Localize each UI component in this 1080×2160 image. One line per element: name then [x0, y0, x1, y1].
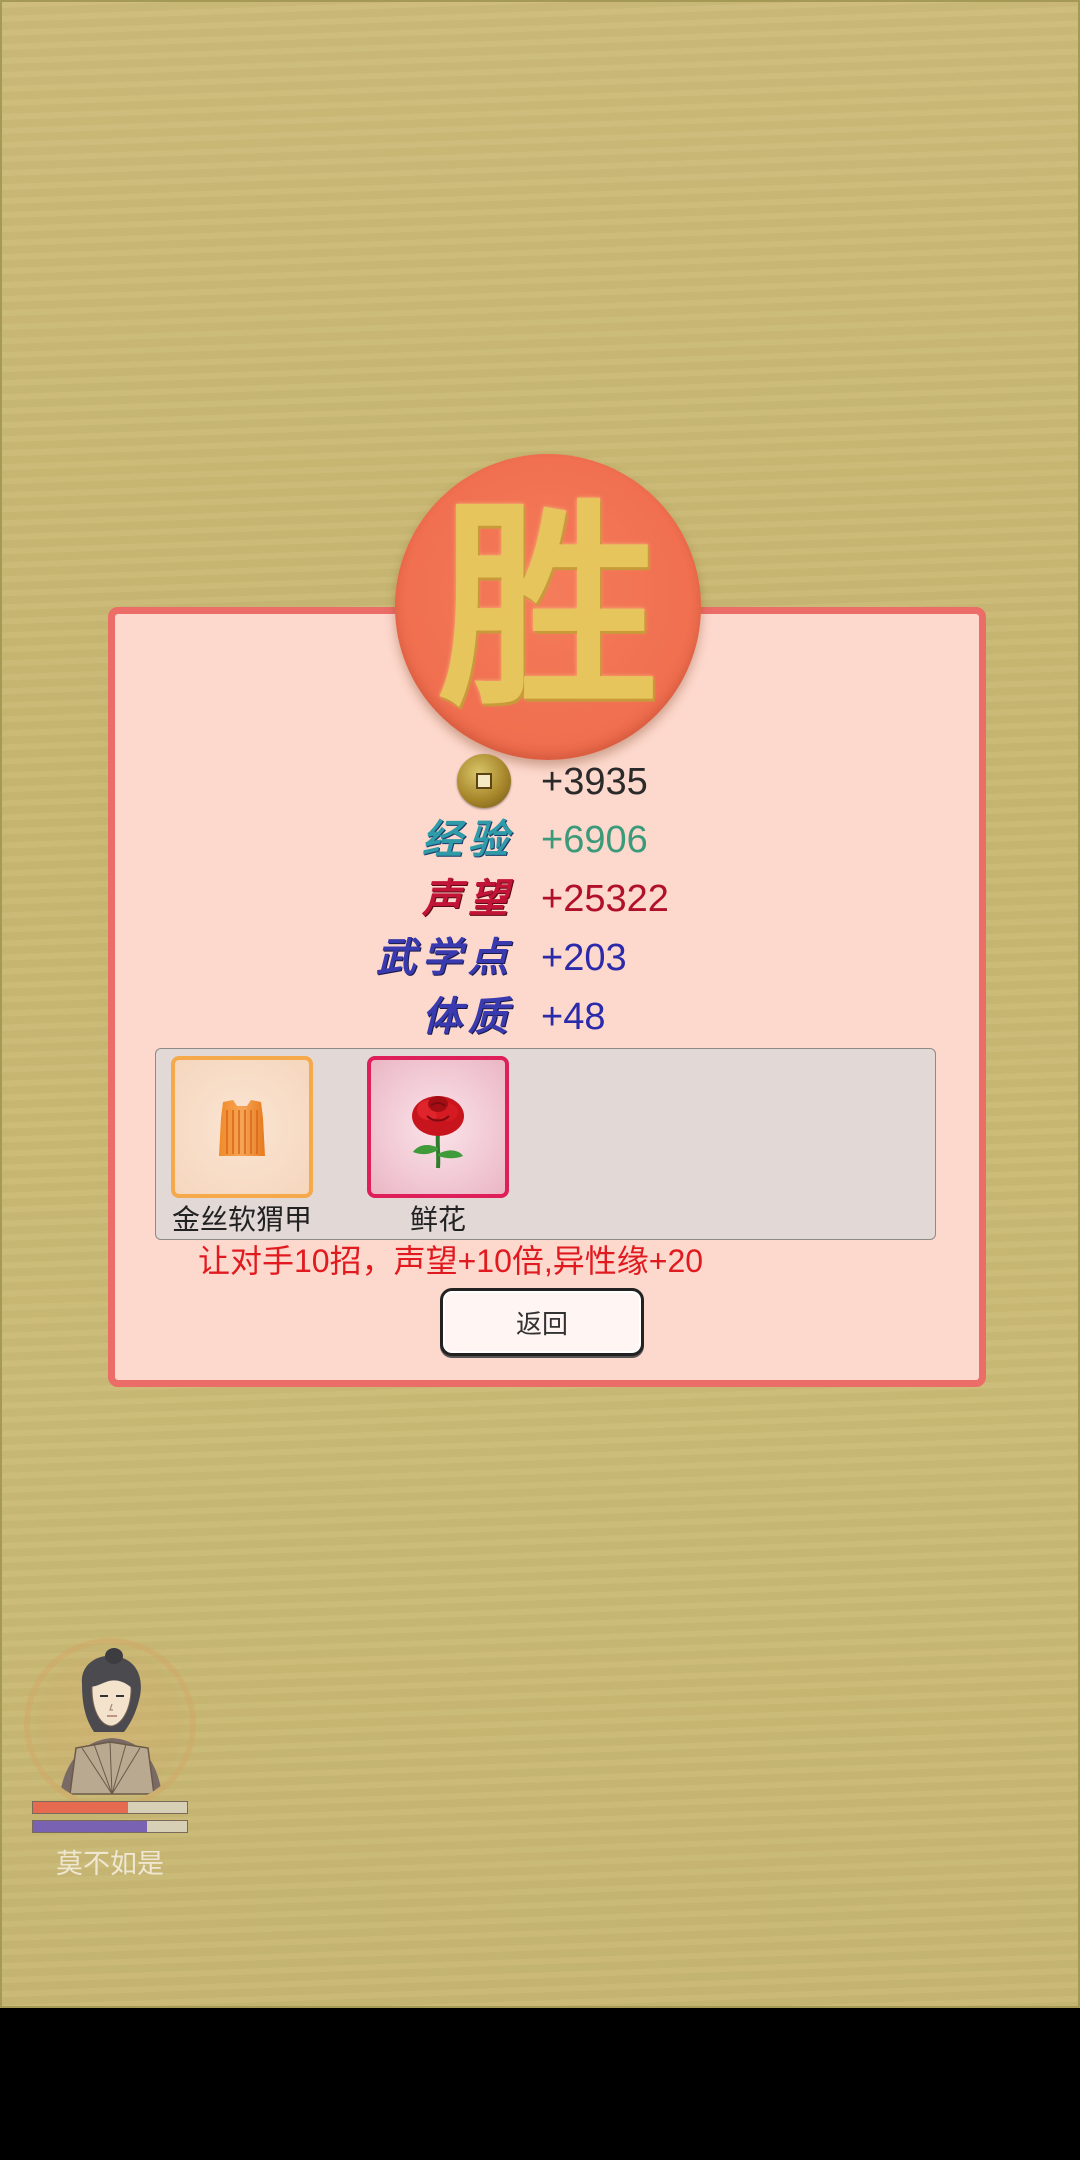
reward-row-constitution: 体质 +48	[2, 989, 1078, 1045]
reward-row-exp: 经验 +6906	[2, 812, 1078, 868]
item-slot-armor[interactable]	[171, 1056, 313, 1198]
skill-points-value: +203	[541, 937, 627, 979]
reward-row-fame: 声望 +25322	[2, 871, 1078, 927]
hp-bar-fill	[33, 1802, 129, 1813]
exp-value: +6906	[541, 819, 648, 861]
coin-value: +3935	[541, 761, 648, 803]
copper-coin-icon	[457, 754, 511, 808]
constitution-value: +48	[541, 996, 606, 1038]
reward-row-skill-points: 武学点 +203	[2, 930, 1078, 986]
bonus-description: 让对手10招，声望+10倍,异性缘+20	[198, 1243, 704, 1279]
return-button[interactable]: 返回	[440, 1288, 644, 1356]
fame-value: +25322	[541, 878, 669, 920]
rose-flower-icon	[412, 1096, 464, 1169]
mp-bar-fill	[33, 1821, 147, 1832]
constitution-label: 体质	[422, 993, 514, 1040]
player-name: 莫不如是	[56, 1849, 164, 1879]
item-name: 金丝软猬甲	[171, 1204, 312, 1235]
game-screen: 胜 +3935 经验 +6906 声望 +25322 武学点 +203 体质 +…	[0, 0, 1080, 2008]
exp-label: 经验	[422, 816, 514, 863]
player-avatar[interactable]	[24, 1638, 196, 1810]
item-name: 鲜花	[409, 1204, 466, 1235]
player-portrait-icon	[60, 1648, 162, 1795]
reward-row-coin: +3935	[2, 754, 1078, 810]
victory-seal-character: 胜	[437, 477, 658, 736]
hp-bar	[32, 1801, 188, 1814]
skill-points-label: 武学点	[376, 934, 514, 981]
fame-label: 声望	[422, 875, 514, 922]
golden-armor-icon	[219, 1100, 265, 1156]
mp-bar	[32, 1820, 188, 1833]
victory-seal: 胜	[395, 454, 701, 760]
item-slot-flower[interactable]	[367, 1056, 509, 1198]
